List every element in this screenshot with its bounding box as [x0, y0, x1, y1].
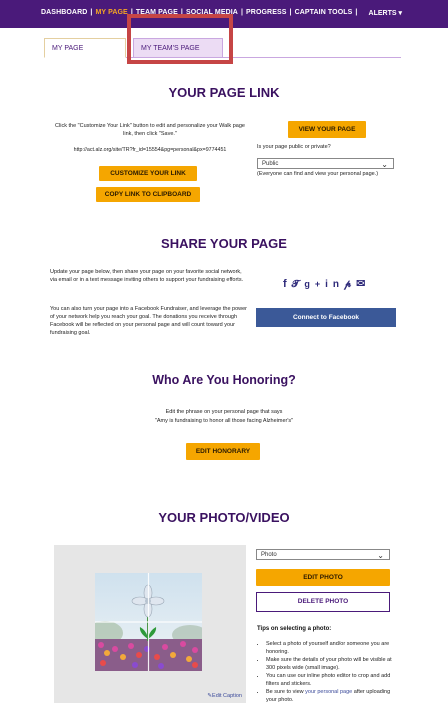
nav-dashboard[interactable]: DASHBOARD [41, 9, 87, 16]
nav-progress[interactable]: PROGRESS [246, 9, 286, 16]
personal-page-link[interactable]: your personal page [305, 689, 352, 695]
photo-thumbnail[interactable] [95, 573, 202, 671]
page-link-url: http://act.alz.org/site/TR?fr_id=15554&p… [73, 147, 227, 153]
page-link-title: YOUR PAGE LINK [168, 85, 280, 100]
google-plus-icon[interactable]: g+ [304, 279, 325, 289]
nav-alerts[interactable]: ALERTS ▾ [369, 9, 402, 17]
customize-link-button[interactable]: CUSTOMIZE YOUR LINK [99, 166, 197, 181]
chevron-down-icon: ⌄ [381, 160, 388, 169]
photo-preview-area: ✎Edit Caption [54, 545, 246, 703]
edit-caption-link[interactable]: ✎Edit Caption [207, 693, 242, 699]
photo-title: YOUR PHOTO/VIDEO [158, 510, 290, 525]
photo-tips-title: Tips on selecting a photo: [257, 626, 332, 632]
photo-image [95, 573, 202, 671]
media-type-value: Photo [261, 552, 277, 558]
honor-title: Who Are You Honoring? [152, 373, 296, 387]
list-item: Make sure the details of your photo will… [266, 657, 394, 672]
copy-link-button[interactable]: COPY LINK TO CLIPBOARD [96, 187, 200, 202]
privacy-note: (Everyone can find and view your persona… [257, 171, 379, 177]
twitter-icon[interactable]: 𝓣 [292, 279, 305, 290]
pinterest-icon[interactable]: 𝓅 [344, 279, 356, 290]
facebook-icon[interactable]: f [283, 278, 292, 290]
media-type-select[interactable]: Photo ⌄ [256, 549, 390, 560]
edit-photo-button[interactable]: EDIT PHOTO [256, 569, 390, 586]
honor-desc-2: "Amy is fundraising to honor all those f… [154, 418, 294, 424]
nav-captain-tools[interactable]: CAPTAIN TOOLS [295, 9, 353, 16]
privacy-label: Is your page public or private? [257, 144, 331, 150]
tip-text: Be sure to view [266, 689, 306, 695]
highlight-box [127, 14, 233, 64]
social-icons: f𝓣g+in𝓅✉ [283, 277, 370, 290]
privacy-select[interactable]: Public ⌄ [257, 158, 394, 169]
tab-my-page[interactable]: MY PAGE [44, 38, 126, 58]
nav-my-page[interactable]: MY PAGE [95, 9, 127, 16]
linkedin-icon[interactable]: in [325, 279, 344, 290]
honor-desc-1: Edit the phrase on your personal page th… [165, 409, 283, 415]
privacy-select-value: Public [262, 161, 279, 167]
chevron-down-icon: ⌄ [377, 551, 384, 560]
share-title: SHARE YOUR PAGE [161, 236, 287, 251]
connect-facebook-button[interactable]: Connect to Facebook [256, 308, 396, 327]
photo-tips-list: Select a photo of yourself and/or someon… [266, 641, 394, 705]
view-page-button[interactable]: VIEW YOUR PAGE [288, 121, 366, 138]
list-item: Select a photo of yourself and/or someon… [266, 641, 394, 656]
delete-photo-button[interactable]: DELETE PHOTO [256, 592, 390, 612]
email-icon[interactable]: ✉ [356, 278, 370, 290]
list-item: You can use our inline photo editor to c… [266, 673, 394, 688]
edit-honorary-button[interactable]: EDIT HONORARY [186, 443, 260, 460]
page-link-instructions: Click the "Customize Your Link" button t… [55, 123, 245, 137]
list-item: Be sure to view your personal page after… [266, 689, 394, 704]
share-paragraph-2: You can also turn your page into a Faceb… [50, 306, 248, 336]
share-paragraph-1: Update your page below, then share your … [50, 269, 244, 283]
